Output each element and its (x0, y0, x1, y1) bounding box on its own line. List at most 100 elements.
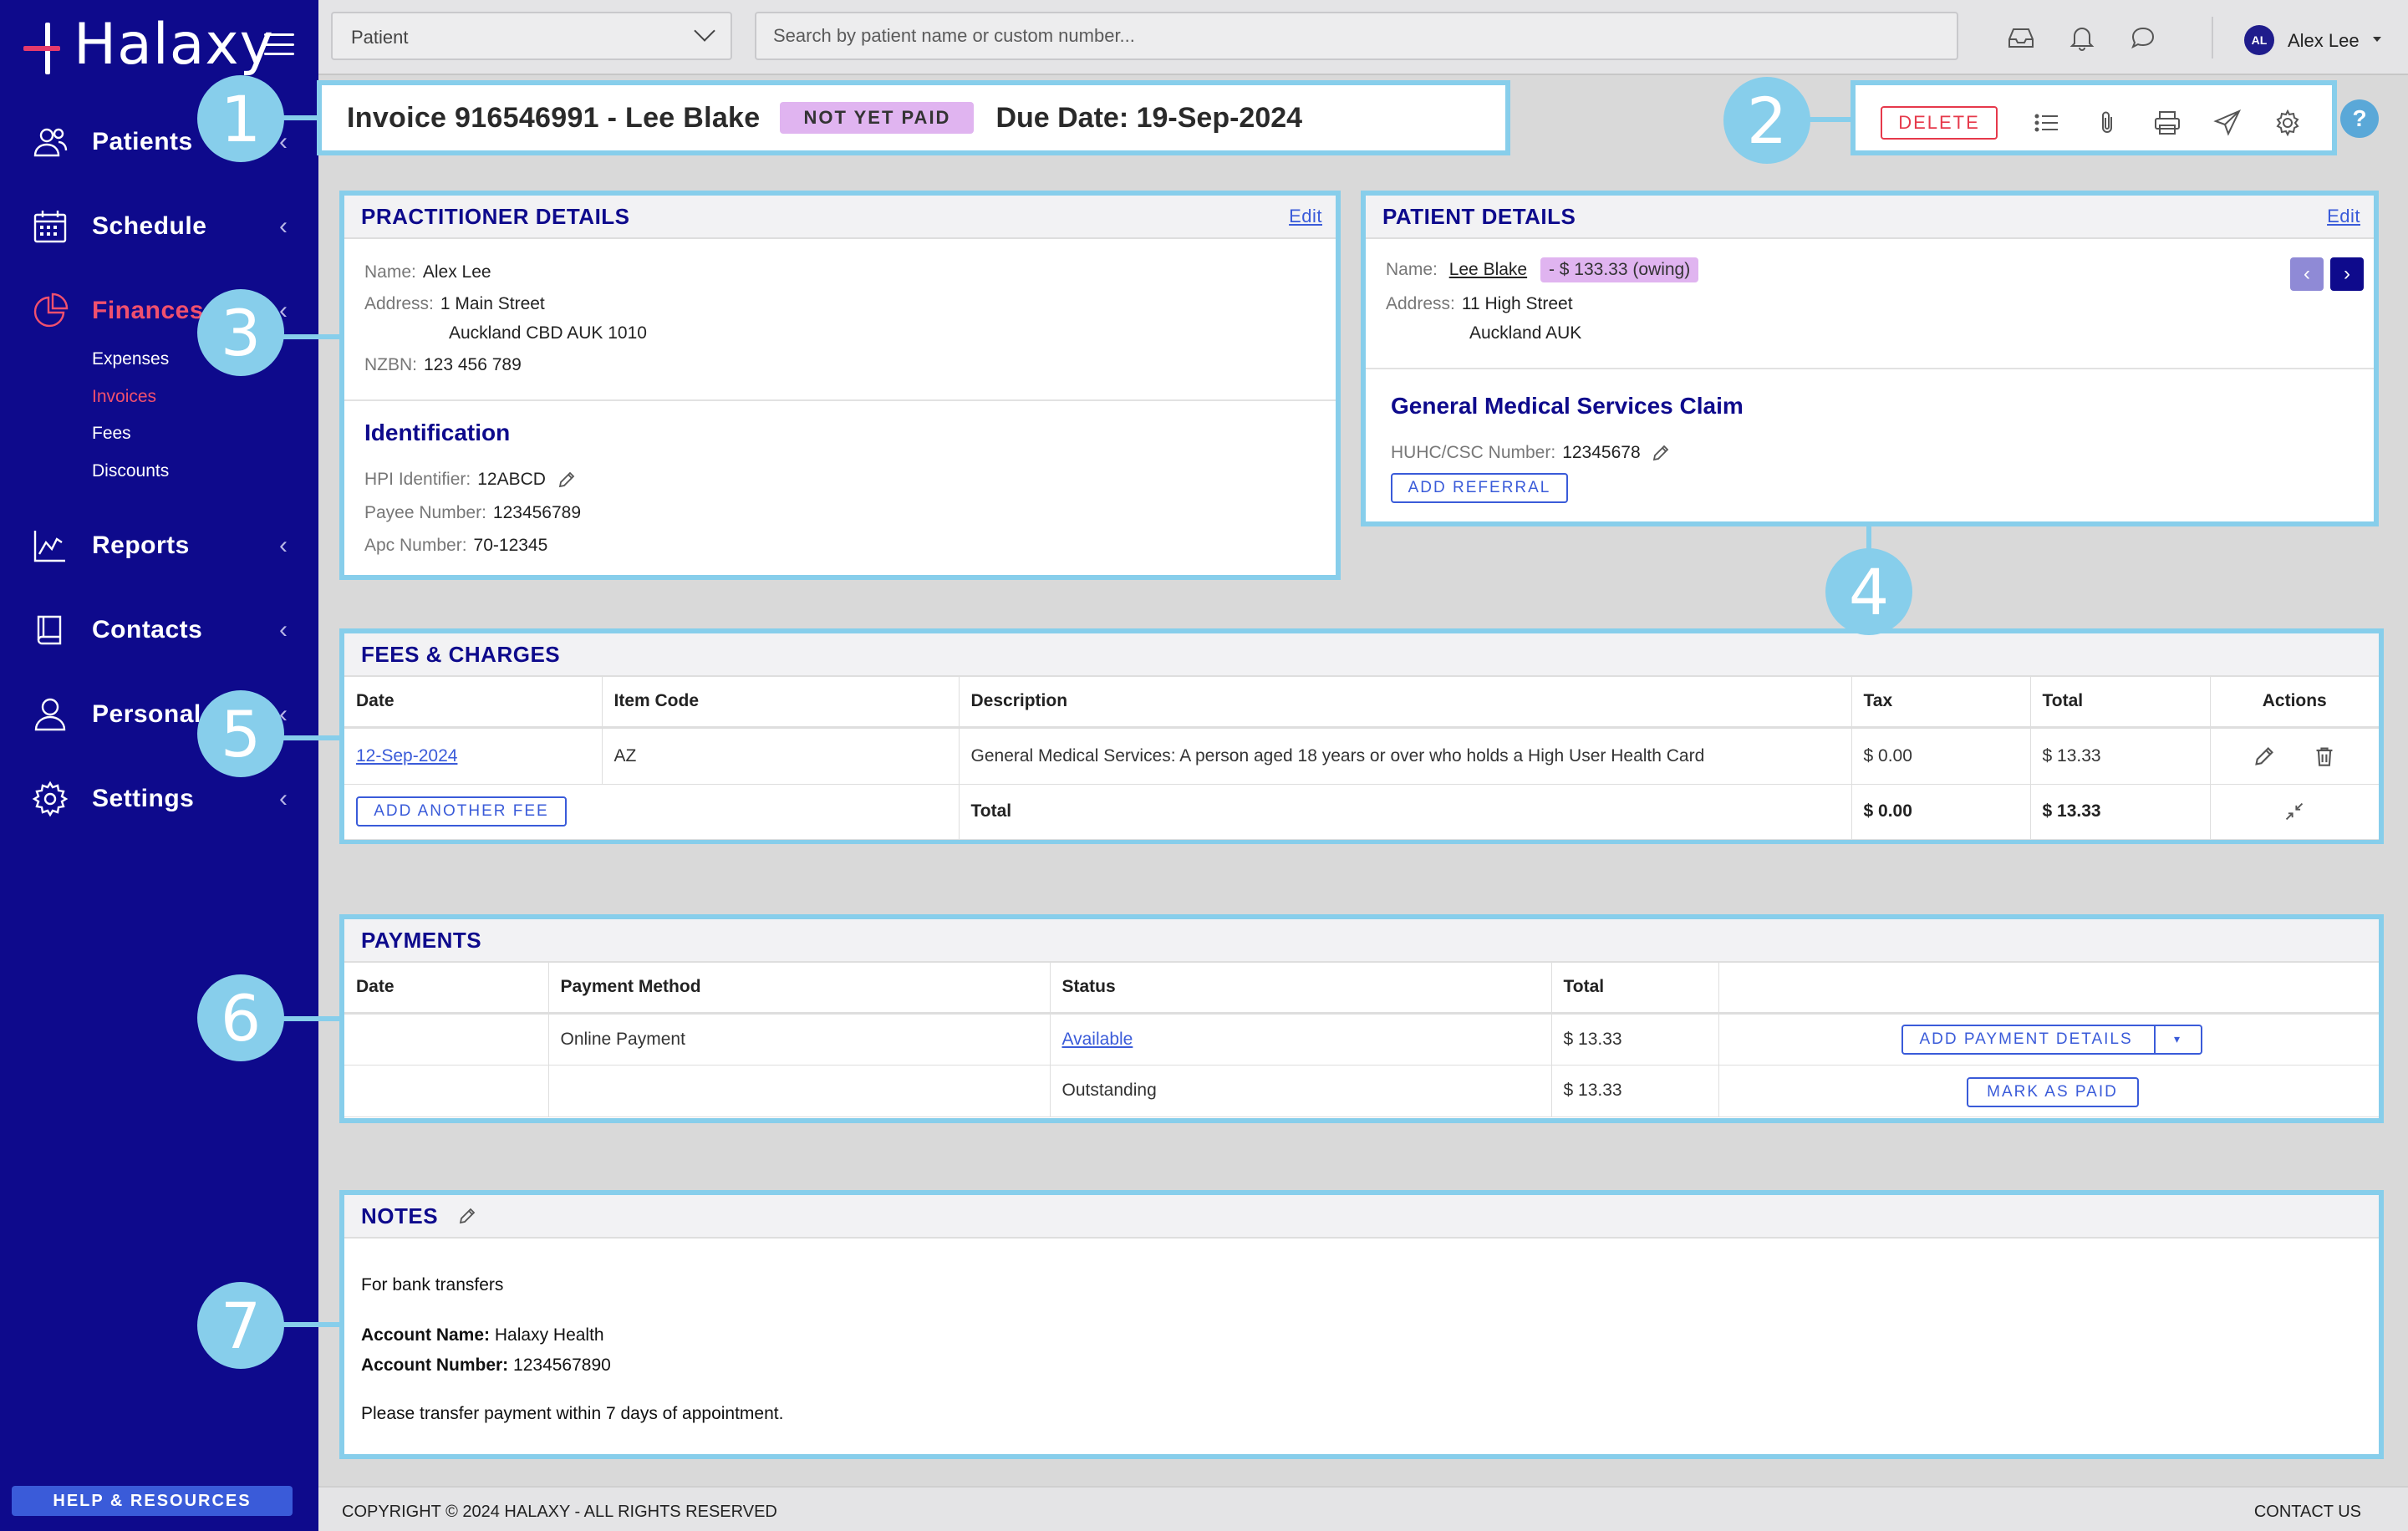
column-header: Total (1551, 963, 1719, 1015)
patient-name-link[interactable]: Lee Blake (1449, 260, 1527, 279)
panel-heading: NOTES (344, 1195, 2379, 1239)
delete-button[interactable]: DELETE (1881, 106, 1998, 140)
edit-practitioner-link[interactable]: Edit (1289, 206, 1322, 227)
calendar-icon (33, 211, 67, 243)
column-header: Total (2030, 677, 2211, 729)
hpi-identifier: HPI Identifier: 12ABCD (364, 470, 576, 490)
callout-7: 7 (197, 1282, 284, 1369)
chevron-left-icon: ‹ (279, 532, 288, 559)
add-another-fee-button[interactable]: ADD ANOTHER FEE (356, 796, 567, 827)
callout-connector (276, 334, 341, 339)
payment-total: $ 13.33 (1551, 1065, 1719, 1117)
sidebar-sub-invoices[interactable]: Invoices (92, 387, 156, 407)
claim-heading: General Medical Services Claim (1391, 393, 1744, 419)
panel-heading: FEES & CHARGES (344, 633, 2379, 677)
chat-icon[interactable] (2129, 23, 2157, 52)
panel-heading: PATIENT DETAILS Edit (1366, 196, 2374, 239)
notes-account-name: Account Name: Halaxy Health (361, 1325, 604, 1345)
sidebar-sub-fees[interactable]: Fees (92, 424, 131, 444)
list-icon[interactable] (2033, 109, 2061, 137)
help-button[interactable]: ? (2340, 99, 2379, 138)
apc-number: Apc Number: 70-12345 (364, 536, 548, 555)
caret-down-icon[interactable] (2373, 37, 2381, 42)
patient-select[interactable]: Patient (331, 12, 732, 60)
payment-total: $ 13.33 (1551, 1013, 1719, 1066)
chevron-down-icon (694, 20, 715, 42)
fee-date-link[interactable]: 12-Sep-2024 (356, 746, 457, 766)
pencil-icon[interactable] (557, 470, 576, 489)
fee-item-code: AZ (602, 727, 960, 785)
footer: COPYRIGHT © 2024 HALAXY - ALL RIGHTS RES… (318, 1486, 2408, 1531)
inbox-icon[interactable] (2007, 23, 2035, 52)
divider (344, 399, 1336, 401)
notes-line: Please transfer payment within 7 days of… (361, 1404, 784, 1423)
column-header: Actions (2210, 677, 2379, 729)
user-icon (34, 698, 66, 731)
edit-fee-pencil-icon[interactable] (2253, 745, 2275, 767)
fees-charges-panel: FEES & CHARGES Date Item Code Descriptio… (339, 628, 2384, 844)
total-row: ADD ANOTHER FEE Total $ 0.00 $ 13.33 (344, 784, 2379, 840)
gear-icon (32, 781, 69, 817)
edit-notes-pencil-icon[interactable] (458, 1207, 476, 1225)
contact-us-link[interactable]: CONTACT US (2254, 1503, 2361, 1522)
print-icon[interactable] (2153, 109, 2181, 137)
line-chart-icon (33, 531, 65, 562)
payment-status-link[interactable]: Available (1062, 1030, 1133, 1049)
payment-status: Outstanding (1050, 1065, 1552, 1117)
callout-connector (276, 1322, 341, 1327)
prev-patient-button[interactable]: ‹ (2290, 257, 2324, 291)
halaxy-logo[interactable]: Halaxy (23, 12, 274, 79)
due-date: Due Date: 19-Sep-2024 (995, 101, 1303, 134)
sidebar-item-schedule[interactable]: Schedule ‹ (0, 193, 318, 260)
sidebar-sub-expenses[interactable]: Expenses (92, 349, 169, 369)
gear-icon[interactable] (2273, 109, 2302, 137)
sidebar-sub-discounts[interactable]: Discounts (92, 461, 169, 481)
send-icon[interactable] (2213, 109, 2242, 137)
column-header: Item Code (602, 677, 960, 729)
column-header: Tax (1851, 677, 2031, 729)
top-bar: Patient AL Alex Lee (318, 0, 2408, 75)
caret-down-icon[interactable]: ▾ (2153, 1025, 2201, 1053)
callout-2: 2 (1723, 77, 1810, 164)
hamburger-menu-icon[interactable] (264, 33, 294, 55)
callout-5: 5 (197, 690, 284, 777)
divider (2212, 17, 2213, 58)
sidebar-item-reports[interactable]: Reports ‹ (0, 512, 318, 579)
logo-plus-icon (23, 16, 70, 74)
bell-icon[interactable] (2068, 23, 2096, 52)
fee-description: General Medical Services: A person aged … (959, 727, 1852, 785)
callout-connector (276, 735, 341, 740)
sidebar-item-settings[interactable]: Settings ‹ (0, 766, 318, 832)
mark-as-paid-button[interactable]: MARK AS PAID (1966, 1076, 2139, 1107)
notes-panel: NOTES For bank transfers Account Name: H… (339, 1190, 2384, 1459)
panel-heading: PAYMENTS (344, 919, 2379, 963)
edit-patient-link[interactable]: Edit (2327, 206, 2360, 227)
patient-address: Address: 11 High Street (1386, 294, 1573, 313)
total-tax: $ 0.00 (1851, 784, 2031, 840)
help-resources-button[interactable]: HELP & RESOURCES (12, 1486, 293, 1516)
callout-4: 4 (1825, 548, 1912, 635)
huhc-number: HUHC/CSC Number: 12345678 (1391, 443, 1670, 463)
avatar[interactable]: AL (2244, 25, 2274, 55)
next-patient-button[interactable]: › (2330, 257, 2364, 291)
chevron-left-icon: ‹ (279, 785, 288, 812)
trash-icon[interactable] (2314, 745, 2335, 767)
fees-table: Date Item Code Description Tax Total Act… (344, 677, 2379, 840)
table-header-row: Date Payment Method Status Total (344, 963, 2379, 1015)
invoice-title-bar: Invoice 916546991 - Lee Blake NOT YET PA… (317, 80, 1510, 155)
patient-details-panel: PATIENT DETAILS Edit Name: Lee Blake - $… (1361, 191, 2379, 526)
user-name[interactable]: Alex Lee (2288, 30, 2360, 52)
payee-number: Payee Number: 123456789 (364, 503, 582, 522)
sidebar-item-contacts[interactable]: Contacts ‹ (0, 597, 318, 664)
patient-address-line2: Auckland AUK (1469, 323, 1582, 343)
search-input[interactable] (755, 12, 1958, 60)
notes-account-number: Account Number: 1234567890 (361, 1356, 611, 1375)
paperclip-icon[interactable] (2093, 109, 2121, 137)
collapse-icon[interactable] (2283, 801, 2305, 822)
add-referral-button[interactable]: ADD REFERRAL (1391, 473, 1568, 503)
add-payment-details-button[interactable]: ADD PAYMENT DETAILS ▾ (1901, 1024, 2202, 1055)
pencil-icon[interactable] (1652, 444, 1670, 462)
callout-6: 6 (197, 974, 284, 1061)
chevron-left-icon: ‹ (279, 212, 288, 240)
table-row: Online Payment Available $ 13.33 ADD PAY… (344, 1013, 2379, 1066)
